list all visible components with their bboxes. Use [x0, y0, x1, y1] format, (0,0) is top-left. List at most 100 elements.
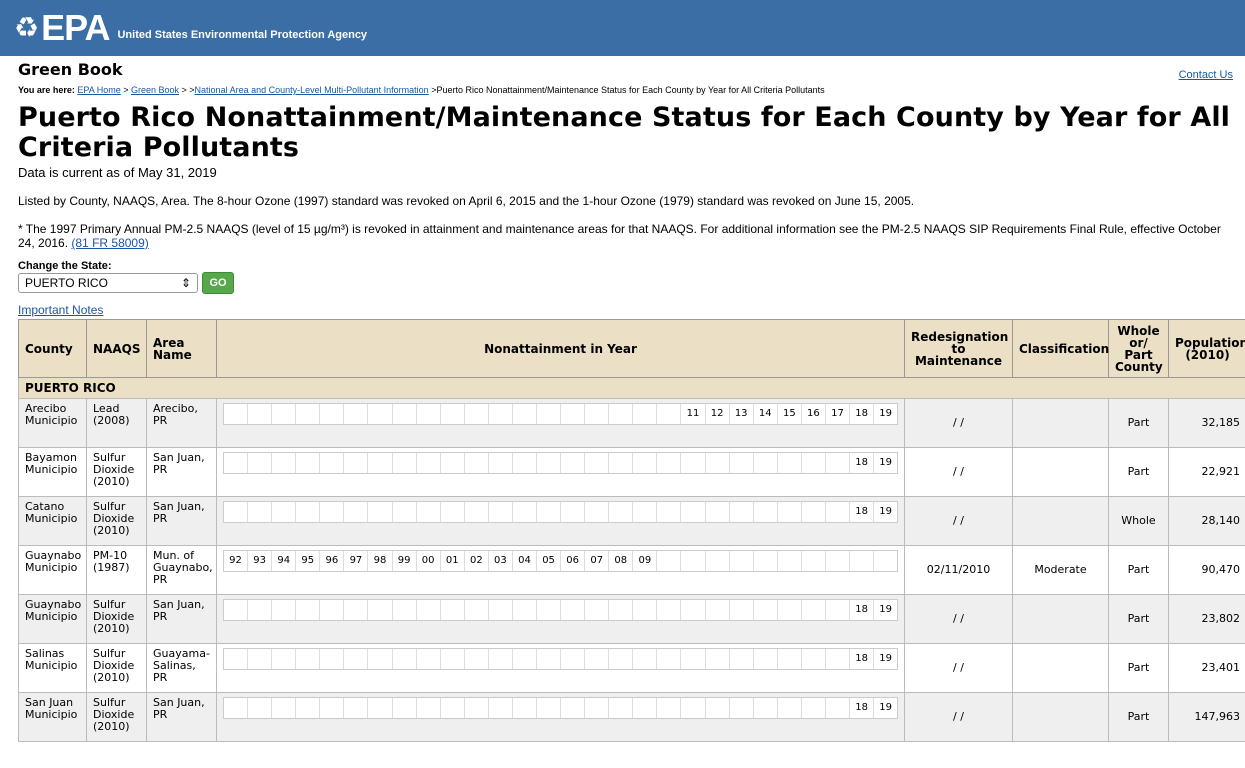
year-box [513, 649, 538, 669]
year-box [778, 649, 802, 669]
year-box [802, 502, 826, 522]
classification-cell [1012, 594, 1109, 644]
year-box [368, 600, 393, 620]
year-box [248, 600, 273, 620]
year-box [609, 698, 634, 718]
year-box: 18 [850, 502, 875, 522]
year-box [441, 698, 465, 718]
year-box [344, 453, 369, 473]
year-box [393, 404, 417, 424]
col-naaqs: NAAQS [86, 319, 147, 378]
year-box [393, 698, 417, 718]
year-box [537, 698, 562, 718]
year-box [465, 502, 489, 522]
year-box: 01 [441, 551, 465, 571]
classification-cell [1012, 398, 1109, 448]
naaqs-cell: Sulfur Dioxide (2010) [86, 594, 147, 644]
year-box [417, 698, 441, 718]
contact-us-link[interactable]: Contact Us [1179, 69, 1233, 81]
naaqs-cell: Sulfur Dioxide (2010) [86, 643, 147, 693]
area-cell: Guayama-Salinas, PR [146, 643, 217, 693]
whole-part-cell: Part [1108, 594, 1169, 644]
year-box [585, 453, 610, 473]
site-title: Green Book [18, 60, 123, 79]
year-box [778, 698, 802, 718]
year-box [754, 551, 778, 571]
classification-cell [1012, 692, 1109, 742]
epa-logo[interactable]: ♻ EPA United States Environmental Protec… [14, 10, 367, 46]
year-box [537, 404, 562, 424]
year-box [224, 502, 249, 522]
year-box [609, 502, 634, 522]
year-box [561, 600, 586, 620]
year-box: 92 [224, 551, 249, 571]
year-box [657, 698, 682, 718]
year-box [633, 600, 658, 620]
year-box [633, 698, 658, 718]
year-box [224, 600, 249, 620]
year-box: 99 [393, 551, 417, 571]
year-box [706, 698, 730, 718]
col-years: Nonattainment in Year [216, 319, 905, 378]
year-box [513, 453, 538, 473]
fr-citation-link[interactable]: (81 FR 58009) [71, 236, 148, 250]
year-box [320, 453, 345, 473]
year-box [344, 698, 369, 718]
population-cell: 147,963 [1168, 692, 1245, 742]
state-dropdown[interactable]: PUERTO RICO ⇕ [18, 273, 198, 293]
whole-part-cell: Part [1108, 398, 1169, 448]
county-cell: Salinas Municipio [18, 643, 87, 693]
year-box [320, 600, 345, 620]
year-box [344, 502, 369, 522]
year-box [224, 698, 249, 718]
year-box [272, 404, 297, 424]
year-box: 96 [320, 551, 345, 571]
year-box [344, 600, 369, 620]
year-box [537, 600, 562, 620]
year-box [417, 600, 441, 620]
data-current-date: Data is current as of May 31, 2019 [18, 165, 217, 180]
year-box [368, 502, 393, 522]
breadcrumb-current: Puerto Rico Nonattainment/Maintenance St… [436, 85, 825, 95]
year-box: 19 [879, 506, 893, 517]
main-content: Green Book Contact Us You are here: EPA … [0, 59, 1245, 742]
year-box [224, 649, 249, 669]
breadcrumb-epa-home[interactable]: EPA Home [77, 85, 120, 95]
year-box [417, 649, 441, 669]
table-row: Catano Municipio Sulfur Dioxide (2010) San… [18, 496, 1245, 546]
year-box [826, 502, 851, 522]
whole-part-cell: Part [1108, 692, 1169, 742]
go-button[interactable]: GO [202, 272, 234, 294]
table-body: PUERTO RICO Arecibo Municipio Lead (2008)… [18, 377, 1245, 742]
breadcrumb-national-area[interactable]: National Area and County-Level Multi-Pol… [195, 85, 429, 95]
year-box [296, 649, 321, 669]
breadcrumb-green-book[interactable]: Green Book [131, 85, 179, 95]
pm25-note: * The 1997 Primary Annual PM-2.5 NAAQS (… [18, 222, 1233, 250]
year-box [730, 600, 754, 620]
year-box [826, 453, 851, 473]
naaqs-cell: PM-10 (1987) [86, 545, 147, 595]
year-box [754, 502, 778, 522]
important-notes-link[interactable]: Important Notes [18, 303, 103, 317]
naaqs-cell: Lead (2008) [86, 398, 147, 448]
whole-part-cell: Part [1108, 545, 1169, 595]
year-box [730, 453, 754, 473]
county-cell: Catano Municipio [18, 496, 87, 546]
pm25-note-text: * The 1997 Primary Annual PM-2.5 NAAQS (… [18, 222, 1221, 250]
year-box [561, 649, 586, 669]
table-row: San Juan Municipio Sulfur Dioxide (2010) S… [18, 692, 1245, 742]
year-box: 12 [706, 404, 730, 424]
year-box [730, 502, 754, 522]
year-box [826, 551, 851, 571]
years-cell: 11 12 13 14 15 16 17 18 19 [216, 398, 905, 448]
year-box: 02 [465, 551, 489, 571]
population-cell: 32,185 [1168, 398, 1245, 448]
year-box [272, 698, 297, 718]
year-box: 18 [850, 649, 875, 669]
year-box [537, 453, 562, 473]
year-box [609, 453, 634, 473]
col-whole-part: Whole or/ Part County [1108, 319, 1169, 378]
year-box [778, 453, 802, 473]
year-box [585, 502, 610, 522]
year-box [417, 502, 441, 522]
